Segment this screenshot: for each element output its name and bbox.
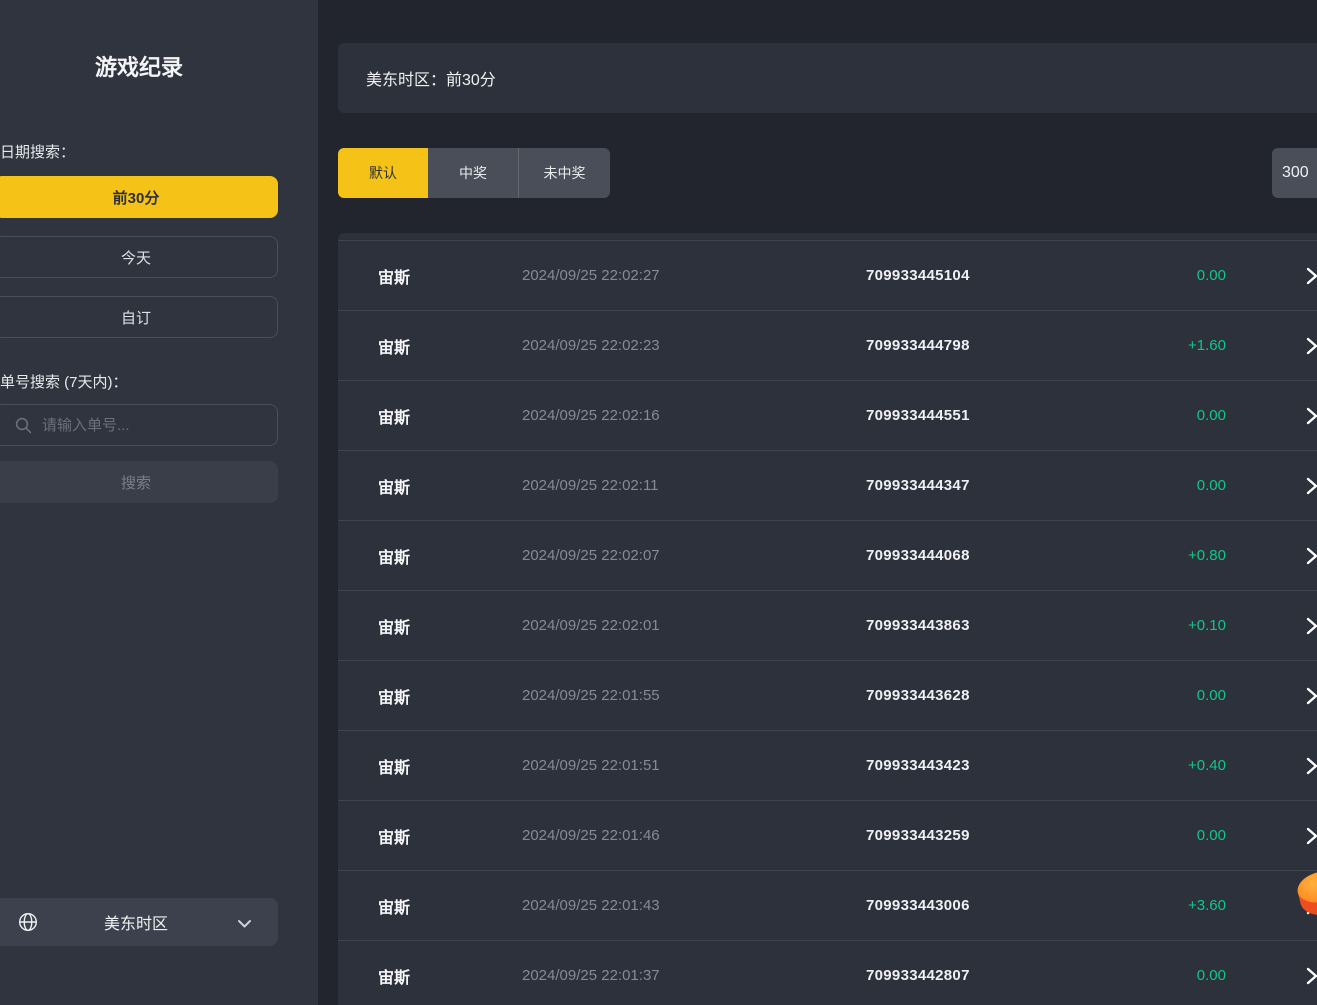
game-name: 宙斯 [378, 684, 522, 708]
amount-value: +0.10 [1116, 617, 1226, 634]
partial-row-sliver [338, 233, 1317, 240]
date-range-today-button[interactable]: 今天 [0, 236, 278, 278]
record-timestamp: 2024/09/25 22:02:27 [522, 267, 866, 284]
order-number: 709933444347 [866, 477, 1116, 494]
page-size-button[interactable]: 300 [1272, 148, 1317, 198]
globe-icon [18, 912, 38, 937]
record-timestamp: 2024/09/25 22:02:11 [522, 477, 866, 494]
search-button[interactable]: 搜索 [0, 461, 278, 503]
tab-default[interactable]: 默认 [338, 148, 428, 198]
table-row[interactable]: 宙斯 2024/09/25 22:02:07 709933444068 +0.8… [338, 520, 1317, 590]
chevron-right-icon[interactable] [1226, 477, 1317, 495]
order-number: 709933444068 [866, 547, 1116, 564]
record-timestamp: 2024/09/25 22:01:46 [522, 827, 866, 844]
chevron-right-icon[interactable] [1226, 827, 1317, 845]
chevron-right-icon[interactable] [1226, 267, 1317, 285]
amount-value: +1.60 [1116, 337, 1226, 354]
chevron-right-icon[interactable] [1226, 967, 1317, 985]
game-name: 宙斯 [378, 614, 522, 638]
table-row[interactable]: 宙斯 2024/09/25 22:02:23 709933444798 +1.6… [338, 310, 1317, 380]
date-range-last30min-button[interactable]: 前30分 [0, 176, 278, 218]
record-timestamp: 2024/09/25 22:01:51 [522, 757, 866, 774]
chevron-right-icon[interactable] [1226, 687, 1317, 705]
game-name: 宙斯 [378, 264, 522, 288]
date-range-custom-button[interactable]: 自订 [0, 296, 278, 338]
tab-not-winning[interactable]: 未中奖 [518, 148, 610, 198]
table-row[interactable]: 宙斯 2024/09/25 22:02:01 709933443863 +0.1… [338, 590, 1317, 660]
amount-value: 0.00 [1116, 407, 1226, 424]
record-timestamp: 2024/09/25 22:02:07 [522, 547, 866, 564]
game-name: 宙斯 [378, 824, 522, 848]
amount-value: +0.40 [1116, 757, 1226, 774]
record-timestamp: 2024/09/25 22:02:01 [522, 617, 866, 634]
order-search-input[interactable] [42, 417, 252, 434]
record-timestamp: 2024/09/25 22:02:16 [522, 407, 866, 424]
chevron-down-icon [237, 916, 252, 934]
order-number: 709933443259 [866, 827, 1116, 844]
page-title: 游戏纪录 [0, 50, 278, 82]
order-number: 709933444798 [866, 337, 1116, 354]
amount-value: 0.00 [1116, 477, 1226, 494]
game-name: 宙斯 [378, 894, 522, 918]
sidebar: 游戏纪录 日期搜索： 前30分 今天 自订 单号搜索 (7天内)： 搜索 美东时… [0, 0, 318, 1005]
records-list: 宙斯 2024/09/25 22:02:27 709933445104 0.00… [338, 233, 1317, 1005]
order-number: 709933443863 [866, 617, 1116, 634]
filter-tab-group: 默认 中奖 未中奖 [338, 148, 610, 198]
table-row[interactable]: 宙斯 2024/09/25 22:02:27 709933445104 0.00 [338, 240, 1317, 310]
game-name: 宙斯 [378, 754, 522, 778]
record-timestamp: 2024/09/25 22:01:37 [522, 967, 866, 984]
record-timestamp: 2024/09/25 22:01:43 [522, 897, 866, 914]
record-timestamp: 2024/09/25 22:02:23 [522, 337, 866, 354]
game-name: 宙斯 [378, 474, 522, 498]
amount-value: +0.80 [1116, 547, 1226, 564]
chevron-right-icon[interactable] [1226, 757, 1317, 775]
order-number: 709933442807 [866, 967, 1116, 984]
table-row[interactable]: 宙斯 2024/09/25 22:01:37 709933442807 0.00 [338, 940, 1317, 1005]
chevron-right-icon[interactable] [1226, 407, 1317, 425]
order-number: 709933444551 [866, 407, 1116, 424]
table-row[interactable]: 宙斯 2024/09/25 22:01:46 709933443259 0.00 [338, 800, 1317, 870]
chevron-right-icon[interactable] [1226, 617, 1317, 635]
game-name: 宙斯 [378, 964, 522, 988]
game-name: 宙斯 [378, 544, 522, 568]
order-search-box [0, 404, 278, 446]
table-row[interactable]: 宙斯 2024/09/25 22:01:43 709933443006 +3.6… [338, 870, 1317, 940]
order-number: 709933445104 [866, 267, 1116, 284]
amount-value: 0.00 [1116, 267, 1226, 284]
chevron-right-icon[interactable] [1226, 337, 1317, 355]
amount-value: 0.00 [1116, 827, 1226, 844]
date-search-label: 日期搜索： [0, 141, 75, 162]
chevron-right-icon[interactable] [1226, 547, 1317, 565]
order-search-label: 单号搜索 (7天内)： [0, 371, 128, 392]
table-row[interactable]: 宙斯 2024/09/25 22:01:51 709933443423 +0.4… [338, 730, 1317, 800]
table-row[interactable]: 宙斯 2024/09/25 22:02:16 709933444551 0.00 [338, 380, 1317, 450]
tab-winning[interactable]: 中奖 [428, 148, 518, 198]
amount-value: +3.60 [1116, 897, 1226, 914]
records-header-bar: 美东时区：前30分 [338, 43, 1317, 113]
order-number: 709933443006 [866, 897, 1116, 914]
timezone-select[interactable]: 美东时区 [0, 898, 278, 946]
amount-value: 0.00 [1116, 967, 1226, 984]
order-number: 709933443423 [866, 757, 1116, 774]
records-header-title: 美东时区：前30分 [366, 66, 496, 90]
search-icon [15, 417, 32, 434]
game-name: 宙斯 [378, 334, 522, 358]
order-number: 709933443628 [866, 687, 1116, 704]
table-row[interactable]: 宙斯 2024/09/25 22:01:55 709933443628 0.00 [338, 660, 1317, 730]
game-name: 宙斯 [378, 404, 522, 428]
amount-value: 0.00 [1116, 687, 1226, 704]
table-row[interactable]: 宙斯 2024/09/25 22:02:11 709933444347 0.00 [338, 450, 1317, 520]
record-timestamp: 2024/09/25 22:01:55 [522, 687, 866, 704]
